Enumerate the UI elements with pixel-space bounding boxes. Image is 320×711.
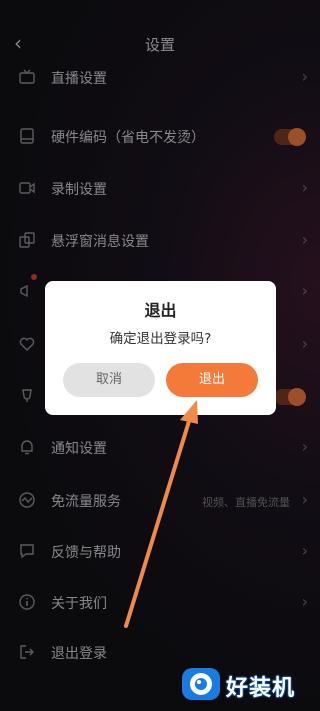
watermark-logo-icon — [182, 668, 220, 700]
annotation-arrow — [124, 400, 198, 628]
watermark: 好装机 — [178, 664, 314, 704]
watermark-text: 好装机 — [226, 676, 296, 701]
